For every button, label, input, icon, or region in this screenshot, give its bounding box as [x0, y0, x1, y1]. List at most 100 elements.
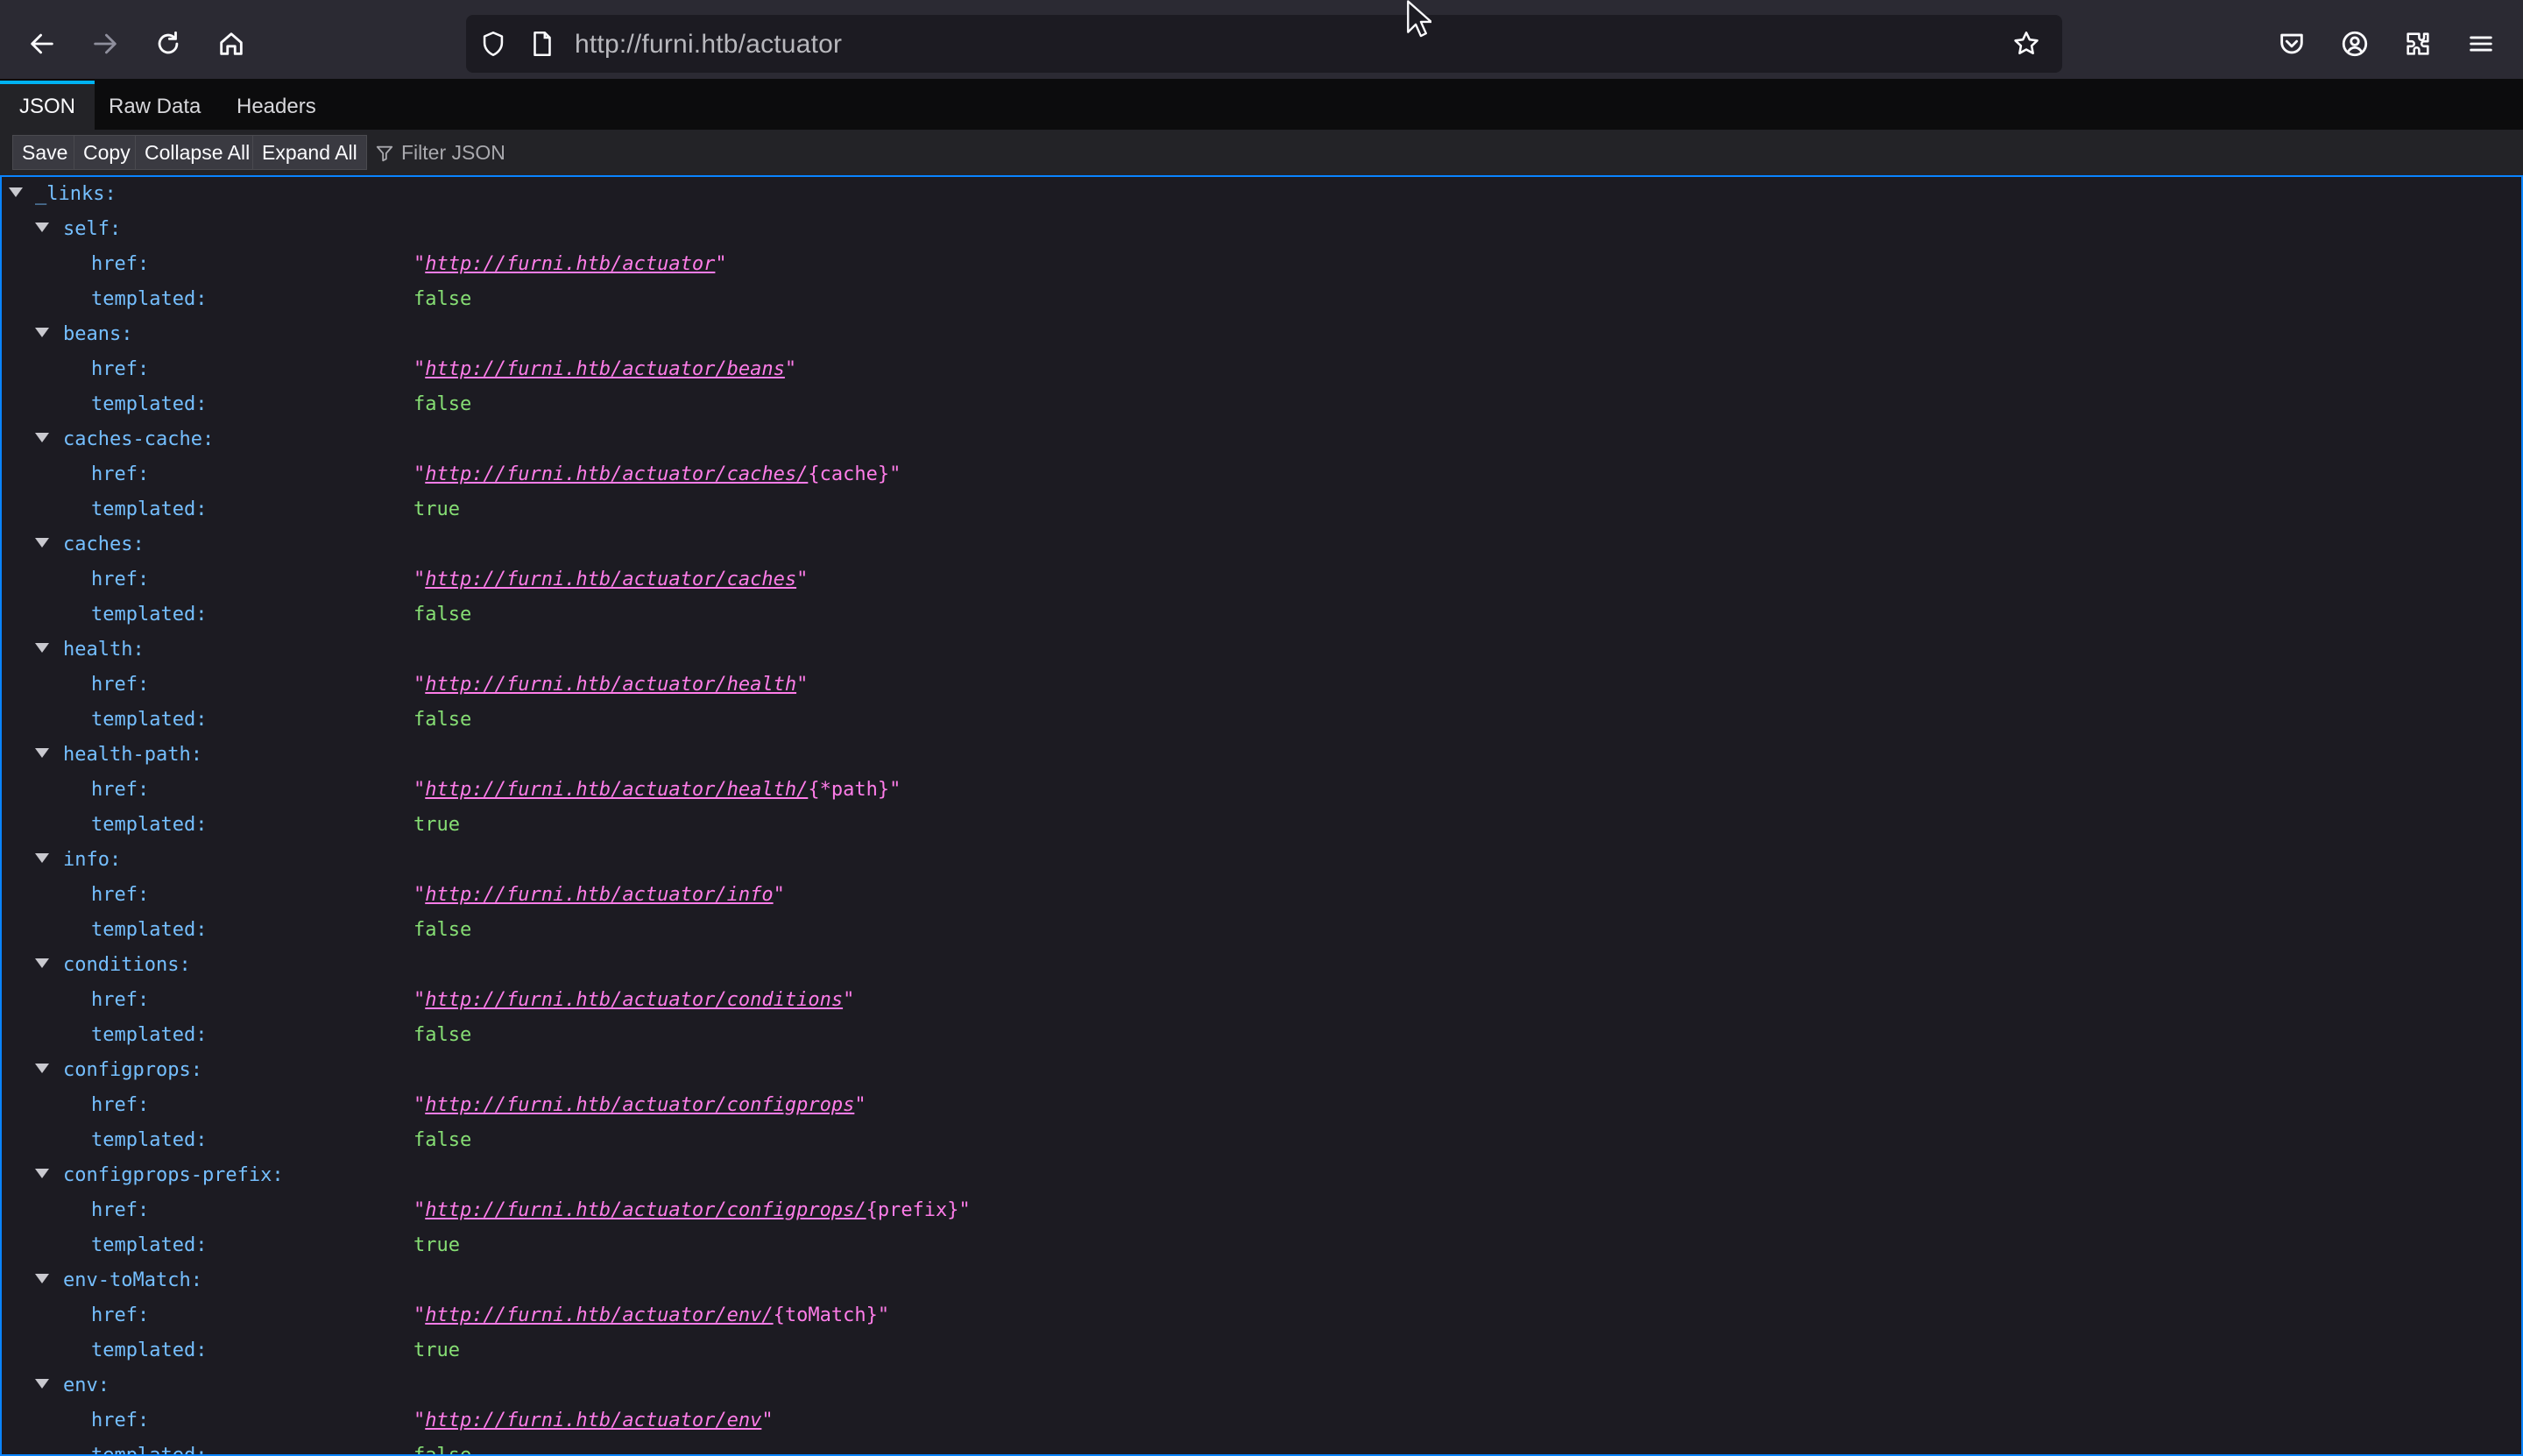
url-path: /actuator	[738, 30, 843, 59]
tree-row-templated: templated: true	[2, 492, 2521, 527]
pocket-button[interactable]	[2269, 21, 2315, 67]
json-key: href:	[91, 253, 150, 275]
json-boolean-value: true	[413, 1339, 460, 1361]
collapse-all-button[interactable]: Collapse All	[135, 135, 260, 170]
json-url-link[interactable]: http://furni.htb/actuator/beans	[425, 358, 785, 380]
tree-row-group[interactable]: health:	[2, 633, 2521, 668]
tree-row-group[interactable]: beans:	[2, 317, 2521, 352]
collapse-toggle-icon[interactable]	[35, 1064, 49, 1073]
collapse-toggle-icon[interactable]	[35, 748, 49, 758]
collapse-toggle-icon[interactable]	[35, 643, 49, 653]
menu-icon	[2470, 36, 2492, 52]
json-tree: _links: self: href: "http://furni.htb/actua…	[0, 175, 2523, 1456]
json-key: _links:	[35, 183, 117, 205]
quote-mark: "	[773, 884, 785, 906]
collapse-toggle-icon[interactable]	[35, 1169, 49, 1178]
json-url-link[interactable]: http://furni.htb/actuator/health	[425, 674, 796, 696]
tree-row-group[interactable]: info:	[2, 843, 2521, 878]
star-icon[interactable]	[2011, 29, 2041, 59]
json-boolean-value: false	[413, 604, 472, 626]
json-key: configprops:	[63, 1059, 202, 1081]
collapse-toggle-icon[interactable]	[35, 1379, 49, 1389]
url-template-tail: {*path}	[808, 779, 890, 801]
json-url-link[interactable]: http://furni.htb/actuator/configprops	[425, 1094, 854, 1116]
tree-row-root[interactable]: _links:	[2, 177, 2521, 212]
tree-row-group[interactable]: env-toMatch:	[2, 1263, 2521, 1298]
quote-mark: "	[889, 463, 901, 485]
tree-row-group[interactable]: self:	[2, 212, 2521, 247]
quote-mark: "	[413, 253, 426, 275]
tree-row-href: href: "http://furni.htb/actuator/beans"	[2, 352, 2521, 387]
json-url-link[interactable]: http://furni.htb/actuator/caches	[425, 569, 796, 590]
collapse-toggle-icon[interactable]	[9, 187, 23, 197]
save-button[interactable]: Save	[12, 135, 78, 170]
tree-row-group[interactable]: configprops-prefix:	[2, 1158, 2521, 1193]
url-text[interactable]: http://furni.htb/actuator	[575, 30, 842, 60]
quote-mark: "	[796, 674, 809, 696]
tree-row-templated: templated: false	[2, 1438, 2521, 1454]
tree-row-group[interactable]: health-path:	[2, 738, 2521, 773]
tree-row-group[interactable]: caches-cache:	[2, 422, 2521, 457]
collapse-toggle-icon[interactable]	[35, 433, 49, 442]
filter-json[interactable]	[375, 136, 725, 169]
tab-raw-data[interactable]: Raw Data	[89, 81, 220, 130]
json-boolean-value: true	[413, 498, 460, 520]
json-key: templated:	[91, 1024, 208, 1046]
filter-json-input[interactable]	[399, 138, 718, 167]
home-button[interactable]	[208, 21, 254, 67]
json-key: templated:	[91, 393, 208, 415]
url-host: http://furni.htb	[575, 30, 739, 59]
tree-row-group[interactable]: env:	[2, 1368, 2521, 1403]
json-key: href:	[91, 358, 150, 380]
collapse-toggle-icon[interactable]	[35, 853, 49, 863]
json-key: caches-cache:	[63, 428, 215, 450]
tree-row-href: href: "http://furni.htb/actuator/configpr…	[2, 1193, 2521, 1228]
collapse-toggle-icon[interactable]	[35, 958, 49, 968]
quote-mark: "	[413, 1094, 426, 1116]
collapse-toggle-icon[interactable]	[35, 223, 49, 232]
tab-json[interactable]: JSON	[0, 81, 95, 133]
json-boolean-value: false	[413, 919, 472, 941]
expand-all-button[interactable]: Expand All	[252, 135, 367, 170]
account-button[interactable]	[2332, 21, 2378, 67]
menu-button[interactable]	[2458, 21, 2504, 67]
json-key: href:	[91, 884, 150, 906]
json-string-value: "http://furni.htb/actuator/beans"	[413, 358, 796, 380]
json-key: templated:	[91, 1234, 208, 1256]
quote-mark: "	[843, 989, 855, 1011]
json-key: href:	[91, 674, 150, 696]
quote-mark: "	[958, 1199, 971, 1221]
json-url-link[interactable]: http://furni.htb/actuator	[425, 253, 715, 275]
json-string-value: "http://furni.htb/actuator/health"	[413, 674, 808, 696]
shield-icon[interactable]	[478, 29, 508, 59]
json-url-link[interactable]: http://furni.htb/actuator/health/	[425, 779, 808, 801]
url-template-tail: {prefix}	[866, 1199, 959, 1221]
json-key: templated:	[91, 709, 208, 731]
forward-button[interactable]	[82, 21, 128, 67]
json-key: href:	[91, 779, 150, 801]
json-string-value: "http://furni.htb/actuator/info"	[413, 884, 785, 906]
tree-row-group[interactable]: configprops:	[2, 1053, 2521, 1088]
back-button[interactable]	[19, 21, 65, 67]
json-url-link[interactable]: http://furni.htb/actuator/info	[425, 884, 773, 906]
tree-row-templated: templated: false	[2, 387, 2521, 422]
extensions-button[interactable]	[2395, 21, 2441, 67]
json-url-link[interactable]: http://furni.htb/actuator/caches/	[425, 463, 808, 485]
url-bar[interactable]: http://furni.htb/actuator	[466, 15, 2062, 73]
quote-mark: "	[413, 989, 426, 1011]
copy-button[interactable]: Copy	[74, 135, 140, 170]
collapse-toggle-icon[interactable]	[35, 1274, 49, 1283]
collapse-toggle-icon[interactable]	[35, 328, 49, 337]
tree-row-href: href: "http://furni.htb/actuator/configpr…	[2, 1088, 2521, 1123]
reload-button[interactable]	[145, 21, 191, 67]
tree-row-group[interactable]: conditions:	[2, 948, 2521, 983]
json-url-link[interactable]: http://furni.htb/actuator/configprops/	[425, 1199, 866, 1221]
tree-row-group[interactable]: caches:	[2, 527, 2521, 562]
json-url-link[interactable]: http://furni.htb/actuator/env/	[425, 1304, 773, 1326]
collapse-toggle-icon[interactable]	[35, 538, 49, 548]
page-icon[interactable]	[527, 29, 557, 59]
json-url-link[interactable]: http://furni.htb/actuator/env	[425, 1410, 761, 1431]
tree-row-templated: templated: false	[2, 703, 2521, 738]
json-url-link[interactable]: http://furni.htb/actuator/conditions	[425, 989, 843, 1011]
tab-headers[interactable]: Headers	[217, 81, 336, 130]
